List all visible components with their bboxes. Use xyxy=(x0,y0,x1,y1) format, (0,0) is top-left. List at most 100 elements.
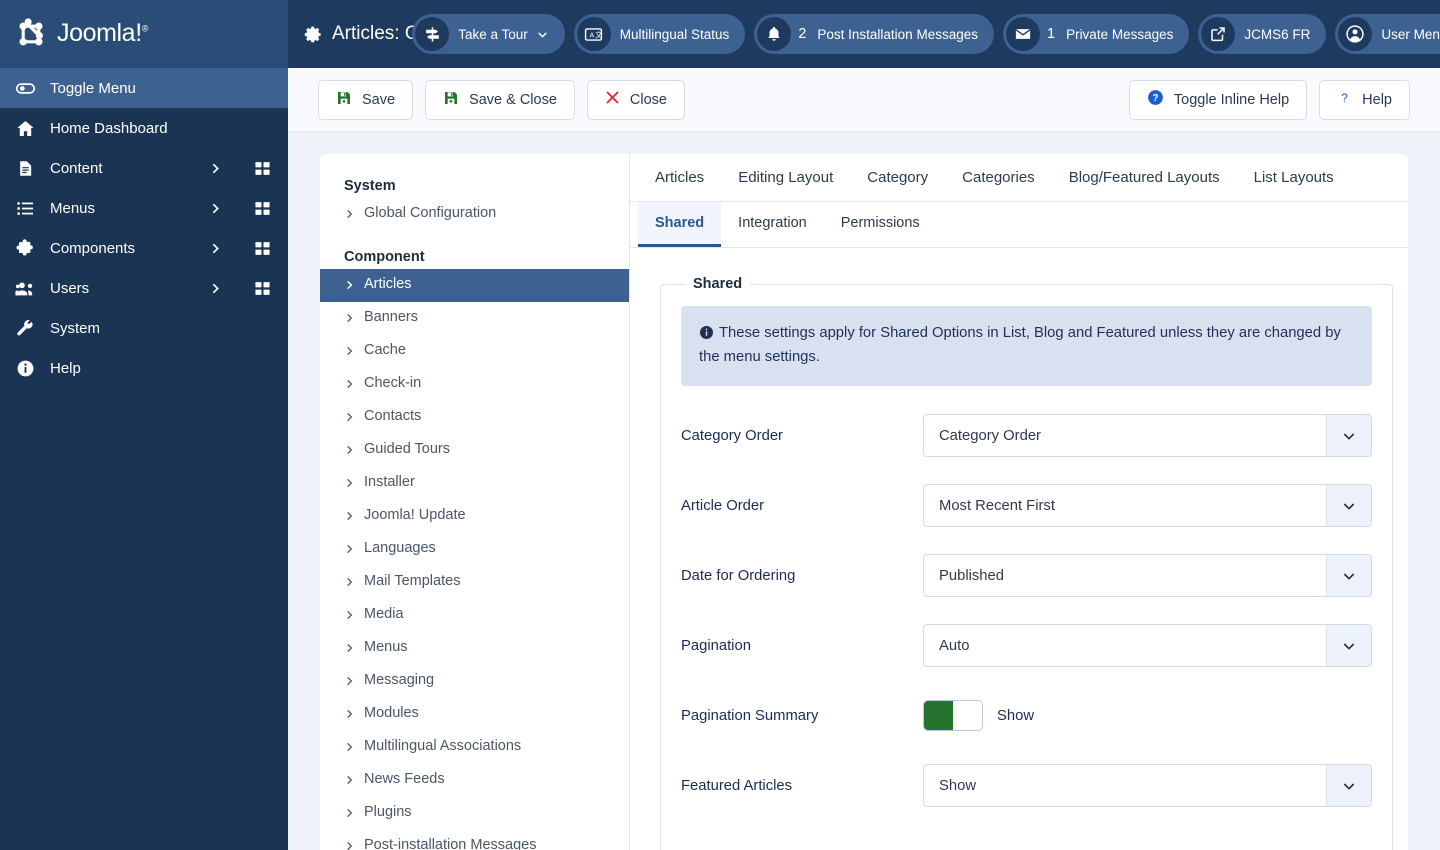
notification-count: 2 xyxy=(798,26,807,42)
system-nav-item-messaging[interactable]: Messaging xyxy=(320,665,629,698)
system-nav-item-multilingual-associations[interactable]: Multilingual Associations xyxy=(320,731,629,764)
options-card: System Global Configuration Component Ar… xyxy=(320,154,1408,850)
chevron-right-icon xyxy=(344,473,355,494)
system-nav-item-plugins[interactable]: Plugins xyxy=(320,797,629,830)
chevron-right-icon[interactable] xyxy=(204,242,226,255)
sidebar-item-menus[interactable]: Menus xyxy=(0,188,288,228)
sidebar-item-content[interactable]: Content xyxy=(0,148,288,188)
header-pill-private-messages[interactable]: 1 Private Messages xyxy=(1002,14,1190,54)
list-icon xyxy=(14,199,36,218)
header-pill-post-installation-messages[interactable]: 2 Post Installation Messages xyxy=(754,14,994,54)
pagination-summary-toggle[interactable] xyxy=(923,700,983,732)
tab-articles[interactable]: Articles xyxy=(638,154,721,202)
sidebar-item-home-dashboard[interactable]: Home Dashboard xyxy=(0,108,288,148)
system-nav-item-label: Multilingual Associations xyxy=(364,738,522,754)
header-pill-take-a-tour[interactable]: Take a Tour xyxy=(412,14,565,54)
toggle-off-half xyxy=(953,701,982,731)
header-pill-site-link[interactable]: JCMS6 FR xyxy=(1198,14,1327,54)
header-pill-multilingual-status[interactable]: A 文 Multilingual Status xyxy=(573,14,746,54)
system-group-title: System xyxy=(344,178,396,194)
envelope-icon xyxy=(1005,17,1040,51)
save-disk-icon xyxy=(443,90,459,110)
top-header: Joomla!® Articles: Op Take a Tour A 文 Mu… xyxy=(0,0,1440,68)
header-pill-label: JCMS6 FR xyxy=(1244,26,1311,42)
brand-logo-area[interactable]: Joomla!® xyxy=(0,0,288,68)
content-column: Save Save & Close Close ? Toggle Inline xyxy=(288,68,1440,850)
sidebar-item-users[interactable]: Users xyxy=(0,268,288,308)
chevron-right-icon[interactable] xyxy=(204,162,226,175)
featured-articles-select[interactable]: Show xyxy=(923,764,1372,808)
svg-text:?: ? xyxy=(1152,93,1158,104)
home-icon xyxy=(14,119,36,138)
system-nav-item-global-configuration[interactable]: Global Configuration xyxy=(320,198,629,231)
component-group-title: Component xyxy=(344,249,425,265)
sidebar-item-system[interactable]: System xyxy=(0,308,288,348)
sidebar-toggle-label: Toggle Menu xyxy=(50,79,136,97)
field-featured-articles: Featured Articles Show xyxy=(681,762,1372,810)
save-button[interactable]: Save xyxy=(318,79,414,120)
system-nav-item-modules[interactable]: Modules xyxy=(320,698,629,731)
system-nav-item-guided-tours[interactable]: Guided Tours xyxy=(320,434,629,467)
save-disk-icon xyxy=(336,90,352,110)
chevron-right-icon[interactable] xyxy=(204,282,226,295)
system-nav-item-mail-templates[interactable]: Mail Templates xyxy=(320,566,629,599)
system-nav-item-banners[interactable]: Banners xyxy=(320,302,629,335)
chevron-right-icon[interactable] xyxy=(204,202,226,215)
save-and-close-button[interactable]: Save & Close xyxy=(425,79,575,120)
tab-permissions[interactable]: Permissions xyxy=(824,202,937,247)
field-pagination: Pagination Auto xyxy=(681,622,1372,670)
system-nav-item-articles[interactable]: Articles xyxy=(320,269,629,302)
tab-blog-featured-layouts[interactable]: Blog/Featured Layouts xyxy=(1052,154,1237,202)
chevron-right-icon xyxy=(344,539,355,560)
sidebar-toggle-menu[interactable]: Toggle Menu xyxy=(0,68,288,108)
grid-view-icon[interactable] xyxy=(250,280,274,297)
system-nav-item-joomla-update[interactable]: Joomla! Update xyxy=(320,500,629,533)
grid-view-icon[interactable] xyxy=(250,240,274,257)
close-button[interactable]: Close xyxy=(586,79,685,120)
system-nav-item-label: Plugins xyxy=(364,804,412,820)
system-nav-item-news-feeds[interactable]: News Feeds xyxy=(320,764,629,797)
sidebar-item-label: System xyxy=(50,319,101,337)
toggle-switch-icon xyxy=(14,78,36,99)
tab-category[interactable]: Category xyxy=(850,154,945,202)
field-label: Date for Ordering xyxy=(681,567,796,584)
question-mark-icon: ? xyxy=(1337,89,1352,110)
date-for-ordering-select[interactable]: Published xyxy=(923,554,1372,598)
system-nav-item-media[interactable]: Media xyxy=(320,599,629,632)
shared-fieldset: Shared These settings apply for Shared O… xyxy=(660,276,1393,850)
tab-categories[interactable]: Categories xyxy=(945,154,1052,202)
chevron-down-icon xyxy=(1326,765,1371,807)
system-nav-item-installer[interactable]: Installer xyxy=(320,467,629,500)
header-pill-label: Take a Tour xyxy=(458,26,528,42)
field-date-for-ordering: Date for Ordering Published xyxy=(681,552,1372,600)
sidebar-item-help[interactable]: Help xyxy=(0,348,288,388)
article-order-select[interactable]: Most Recent First xyxy=(923,484,1372,528)
sidebar-item-components[interactable]: Components xyxy=(0,228,288,268)
system-nav-item-menus[interactable]: Menus xyxy=(320,632,629,665)
system-nav-item-label: Joomla! Update xyxy=(364,507,466,523)
header-pill-group: Take a Tour A 文 Multilingual Status 2 Po… xyxy=(412,14,1440,54)
field-pagination-summary: Pagination Summary Show xyxy=(681,692,1372,740)
field-label: Pagination Summary xyxy=(681,707,819,724)
category-order-select[interactable]: Category Order xyxy=(923,414,1372,458)
toggle-inline-help-button[interactable]: ? Toggle Inline Help xyxy=(1128,79,1308,120)
system-nav-item-languages[interactable]: Languages xyxy=(320,533,629,566)
tab-shared[interactable]: Shared xyxy=(638,202,722,247)
field-control: Category Order xyxy=(923,414,1372,458)
tab-integration[interactable]: Integration xyxy=(721,202,824,247)
system-nav-item-contacts[interactable]: Contacts xyxy=(320,401,629,434)
bell-icon xyxy=(757,17,792,51)
tab-editing-layout[interactable]: Editing Layout xyxy=(721,154,850,202)
system-nav-item-label: Cache xyxy=(364,342,406,358)
system-nav-item-post-installation-messages[interactable]: Post-installation Messages xyxy=(320,830,629,850)
main-sidebar: Toggle Menu Home Dashboard Content Menus… xyxy=(0,68,288,850)
system-nav-item-check-in[interactable]: Check-in xyxy=(320,368,629,401)
tab-list-layouts[interactable]: List Layouts xyxy=(1237,154,1351,202)
pagination-select[interactable]: Auto xyxy=(923,624,1372,668)
header-pill-user-menu[interactable]: User Menu xyxy=(1335,14,1440,54)
system-nav-item-cache[interactable]: Cache xyxy=(320,335,629,368)
help-button[interactable]: ? Help xyxy=(1319,79,1410,120)
grid-view-icon[interactable] xyxy=(250,200,274,217)
field-control: Show xyxy=(923,764,1372,808)
grid-view-icon[interactable] xyxy=(250,160,274,177)
